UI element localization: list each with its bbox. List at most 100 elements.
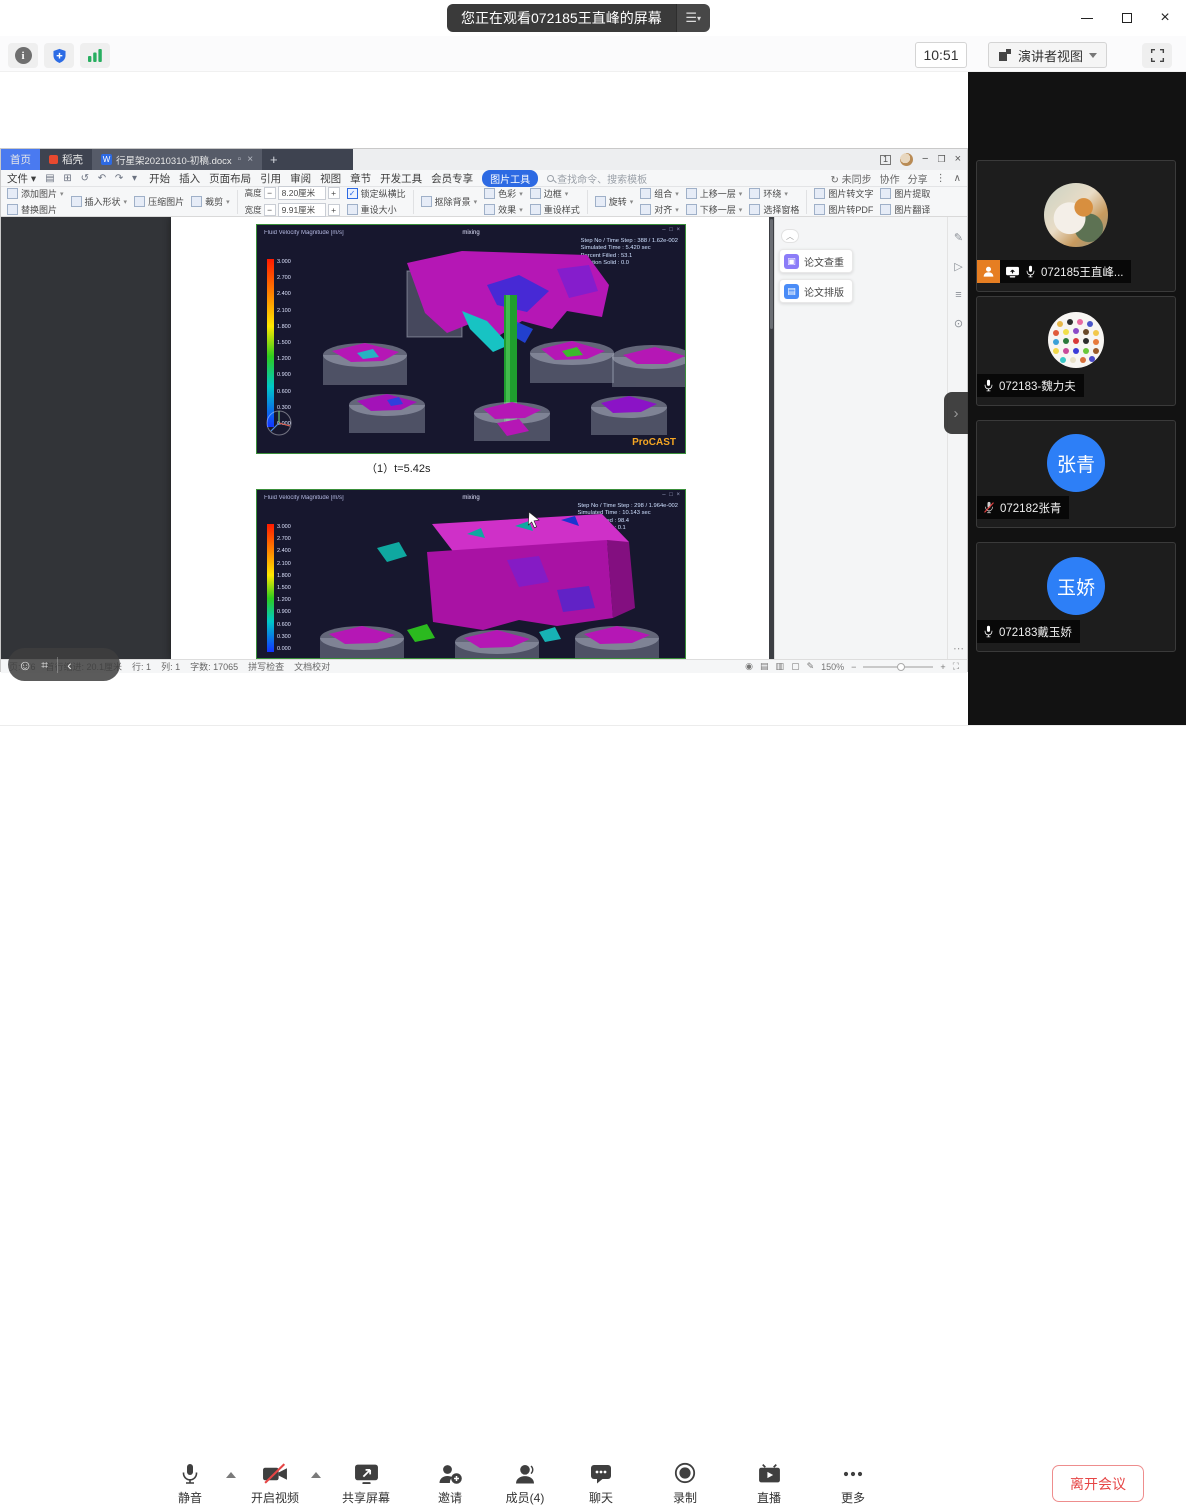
wps-minimize-icon[interactable]: −	[922, 154, 928, 165]
wrap-text-button[interactable]: 环绕▾	[749, 187, 799, 200]
pen-tool-icon[interactable]: ✎	[954, 231, 963, 244]
remove-background-button[interactable]: 抠除背景▾	[421, 195, 478, 208]
color-button[interactable]: 色彩▾	[484, 187, 523, 200]
reset-size-button[interactable]: 重设大小	[347, 203, 406, 216]
participant-tile-4[interactable]: 玉娇 072183戴玉娇	[976, 542, 1176, 652]
leave-meeting-button[interactable]: 离开会议	[1052, 1465, 1144, 1502]
tab-home[interactable]: 首页	[1, 149, 40, 170]
reaction-smiley-icon[interactable]: ☺	[18, 658, 32, 672]
tab-document[interactable]: W 行星架20210310-初稿.docx ▫ ×	[92, 149, 262, 170]
align-button[interactable]: 对齐▾	[640, 203, 679, 216]
menu-review[interactable]: 审阅	[290, 171, 311, 186]
status-fullscreen-icon[interactable]: ⛶	[953, 661, 959, 672]
quick-access-toolbar[interactable]: ▤ ⊞ ↺ ↶ ↷ ▾	[45, 173, 140, 184]
insert-shape-button[interactable]: 插入形状▾	[71, 195, 128, 208]
sim-image-1[interactable]: Fluid Velocity Magnitude [m/s] mixing – …	[256, 224, 686, 454]
reset-style-button[interactable]: 重设样式	[530, 203, 580, 216]
more-button[interactable]: 更多	[821, 1462, 885, 1506]
document-page[interactable]: Fluid Velocity Magnitude [m/s] mixing – …	[171, 217, 769, 659]
edit-pen-icon[interactable]: ✎	[807, 661, 815, 672]
menu-page-layout[interactable]: 页面布局	[209, 171, 251, 186]
annotate-board-icon[interactable]: ⌗	[41, 659, 48, 671]
height-minus-button[interactable]: −	[264, 187, 276, 199]
command-search[interactable]: 查找命令、搜索模板	[547, 171, 647, 186]
compress-picture-button[interactable]: 压缩图片	[134, 195, 184, 208]
adjust-tool-icon[interactable]: ≡	[955, 289, 961, 301]
tab-docer[interactable]: 稻壳	[40, 149, 92, 170]
read-view-icon[interactable]: ▢	[791, 661, 800, 672]
sim-image-2[interactable]: Fluid Velocity Magnitude [m/s] mixing – …	[256, 489, 686, 659]
meeting-info-button[interactable]: i	[8, 43, 38, 68]
minimize-button[interactable]	[1072, 6, 1102, 30]
send-backward-button[interactable]: 下移一层▾	[686, 203, 743, 216]
menu-view[interactable]: 视图	[320, 171, 341, 186]
participant-tile-3[interactable]: 张青 072182张青	[976, 420, 1176, 528]
share-screen-button[interactable]: 共享屏幕	[334, 1462, 398, 1506]
banner-menu-icon[interactable]: ☰▾	[676, 4, 710, 32]
paper-format-button[interactable]: ▤ 论文排版	[779, 279, 853, 303]
zoom-in-button[interactable]: +	[940, 662, 945, 672]
border-button[interactable]: 边框▾	[530, 187, 580, 200]
zoom-out-button[interactable]: −	[851, 662, 856, 672]
invite-button[interactable]: 邀请	[418, 1462, 482, 1506]
close-button[interactable]: ×	[1150, 6, 1180, 30]
menu-file[interactable]: 文件 ▾	[7, 171, 36, 186]
picture-to-text-button[interactable]: 图片转文字	[814, 187, 873, 200]
tab-close-icon[interactable]: ×	[247, 154, 253, 165]
share-button[interactable]: 分享	[908, 171, 928, 186]
start-video-button[interactable]: 开启视频	[243, 1462, 307, 1506]
network-status-button[interactable]	[80, 43, 110, 68]
menu-start[interactable]: 开始	[149, 171, 170, 186]
maximize-button[interactable]	[1112, 6, 1142, 30]
menu-references[interactable]: 引用	[260, 171, 281, 186]
menu-member[interactable]: 会员专享	[431, 171, 473, 186]
collapse-ribbon-icon[interactable]: ∧	[954, 173, 961, 184]
members-button[interactable]: 成员(4)	[493, 1462, 557, 1506]
add-picture-button[interactable]: 添加图片▾	[7, 187, 64, 200]
tab-pin-icon[interactable]: ▫	[238, 154, 242, 165]
security-button[interactable]	[44, 43, 74, 68]
lock-aspect-ratio-checkbox[interactable]: 锁定纵横比	[347, 187, 406, 200]
height-value[interactable]: 8.20厘米	[278, 186, 326, 200]
mute-button[interactable]: 静音	[158, 1462, 222, 1506]
collapse-panel-icon[interactable]: ︿	[781, 229, 799, 243]
picture-to-pdf-button[interactable]: 图片转PDF	[814, 203, 873, 216]
eye-protect-icon[interactable]: ◉	[745, 661, 753, 672]
paper-check-button[interactable]: ▣ 论文查重	[779, 249, 853, 273]
view-mode-dropdown[interactable]: 演讲者视图	[988, 42, 1107, 68]
help-tool-icon[interactable]: ⊙	[954, 317, 963, 330]
participant-tile-1[interactable]: 072185王直峰...	[976, 160, 1176, 292]
picture-tools-tab[interactable]: 图片工具	[482, 170, 538, 187]
height-plus-button[interactable]: +	[328, 187, 340, 199]
record-button[interactable]: 录制	[653, 1462, 717, 1506]
menu-section[interactable]: 章节	[350, 171, 371, 186]
selection-pane-button[interactable]: 选择窗格	[749, 203, 799, 216]
participant-tile-2[interactable]: 072183-魏力夫	[976, 296, 1176, 406]
select-tool-icon[interactable]: ▷	[954, 260, 962, 273]
split-window-icon[interactable]: 1	[880, 155, 891, 165]
sync-status[interactable]: ↻ 未同步	[831, 171, 872, 186]
crop-button[interactable]: 裁剪▾	[191, 195, 230, 208]
picture-translate-button[interactable]: 图片翻译	[880, 203, 930, 216]
menu-dev-tools[interactable]: 开发工具	[380, 171, 422, 186]
effects-button[interactable]: 效果▾	[484, 203, 523, 216]
wps-restore-icon[interactable]: ❒	[937, 155, 945, 164]
width-value[interactable]: 9.91厘米	[278, 203, 326, 217]
zoom-slider[interactable]	[863, 666, 933, 668]
zoom-level[interactable]: 150%	[821, 662, 844, 672]
more-menu-icon[interactable]: ⋮	[936, 173, 946, 184]
fullscreen-button[interactable]	[1142, 43, 1172, 68]
replace-picture-button[interactable]: 替换图片	[7, 203, 64, 216]
new-tab-button[interactable]: +	[262, 149, 286, 170]
meeting-floating-bar[interactable]: ☺ ⌗ ‹	[8, 648, 120, 681]
outline-view-icon[interactable]: ▥	[776, 661, 785, 672]
group-button[interactable]: 组合▾	[640, 187, 679, 200]
spell-check-toggle[interactable]: 拼写检查	[248, 660, 284, 673]
collapse-left-icon[interactable]: ‹	[67, 658, 72, 672]
chat-button[interactable]: 聊天	[569, 1462, 633, 1506]
page-view-icon[interactable]: ▤	[760, 661, 769, 672]
pane-more-icon[interactable]: ⋯	[953, 642, 965, 655]
live-stream-button[interactable]: 直播	[737, 1462, 801, 1506]
mute-options-caret[interactable]	[226, 1472, 236, 1478]
picture-extract-button[interactable]: 图片提取	[880, 187, 930, 200]
